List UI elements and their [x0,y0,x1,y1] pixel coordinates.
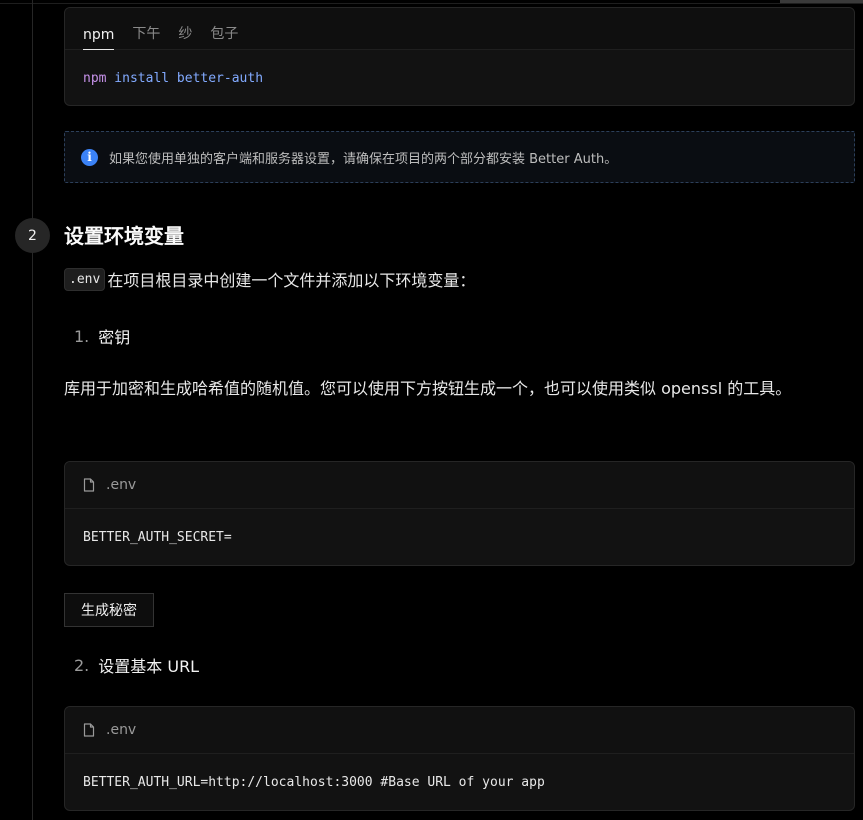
install-command: npm install better-auth [65,50,854,105]
step-number-badge: 2 [15,218,50,253]
scrollbar-thumb[interactable] [780,0,863,3]
callout-text: 如果您使用单独的客户端和服务器设置，请确保在项目的两个部分都安装 Better … [109,151,618,167]
list-number: 2. [74,655,90,675]
env-code-line: BETTER_AUTH_URL=http://localhost:3000 #B… [83,775,545,790]
tab-pnpm[interactable]: 下午 [132,15,160,49]
info-icon: i [81,148,98,166]
top-divider [0,0,863,4]
install-code-block: npm 下午 纱 包子 npm install better-auth [64,7,855,106]
file-header: .env [65,462,854,509]
env-code-line: BETTER_AUTH_SECRET= [83,530,232,545]
command-arguments: install better-auth [106,70,264,86]
tab-npm[interactable]: npm [83,15,115,50]
package-manager-tabs: npm 下午 纱 包子 [65,8,854,50]
generate-secret-button[interactable]: 生成秘密 [64,593,154,627]
intro-text: 在项目根目录中创建一个文件并添加以下环境变量： [107,271,476,290]
list-item-secret: 1. 密钥 [74,324,130,348]
file-header: .env [65,707,854,754]
step-title: 设置环境变量 [64,224,184,248]
env-code-block-url: .env BETTER_AUTH_URL=http://localhost:30… [64,706,855,811]
file-icon [83,478,95,492]
file-name: .env [106,477,137,493]
secret-description: 库用于加密和生成哈希值的随机值。您可以使用下方按钮生成一个，也可以使用类似 op… [64,379,792,398]
tab-yarn[interactable]: 纱 [178,15,192,49]
step-intro: .env 在项目根目录中创建一个文件并添加以下环境变量： [64,267,475,291]
list-item-label: 密钥 [98,328,131,347]
tab-bun[interactable]: 包子 [210,15,238,49]
list-item-label: 设置基本 URL [98,657,200,676]
inline-code-env: .env [64,267,106,291]
list-number: 1. [74,326,90,346]
info-callout: i 如果您使用单独的客户端和服务器设置，请确保在项目的两个部分都安装 Bette… [64,131,855,183]
file-icon [83,723,95,737]
list-item-base-url: 2. 设置基本 URL [74,653,199,677]
file-name: .env [106,722,137,738]
command-keyword: npm [83,70,107,86]
steps-timeline [32,0,33,820]
env-code-block-secret: .env BETTER_AUTH_SECRET= [64,461,855,566]
